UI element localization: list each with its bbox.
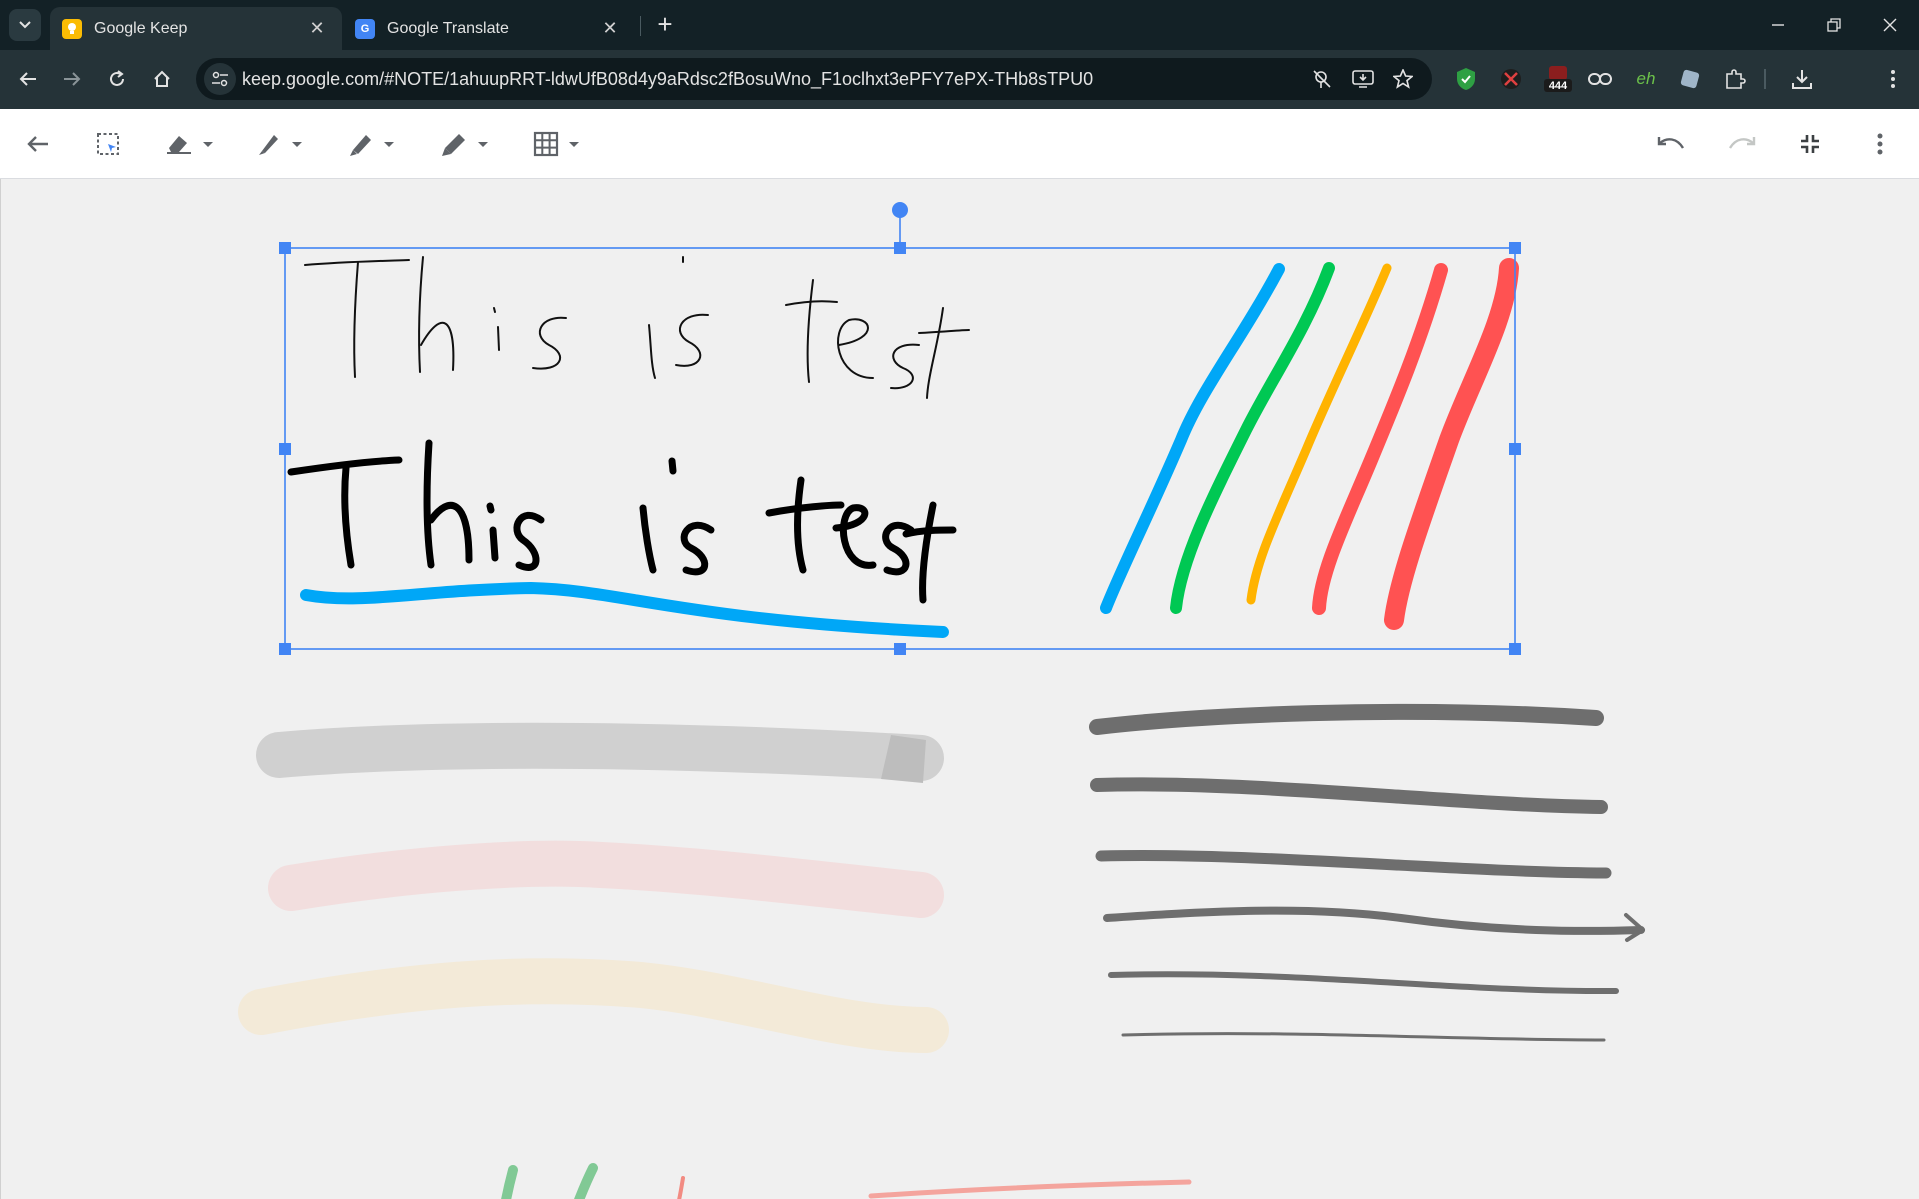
red-partial-stroke xyxy=(677,1176,685,1199)
exit-fullscreen-icon[interactable] xyxy=(1800,127,1820,161)
downloads-icon[interactable] xyxy=(1787,64,1817,94)
yellow-stroke xyxy=(1246,263,1392,605)
chevron-down-icon xyxy=(19,21,31,29)
resize-handle[interactable] xyxy=(1509,443,1521,455)
bold-handwriting xyxy=(287,439,957,604)
chevron-down-icon[interactable] xyxy=(384,141,394,147)
site-settings-icon[interactable] xyxy=(204,63,236,95)
extensions-puzzle-icon[interactable] xyxy=(1720,64,1750,94)
blue-underline-stroke xyxy=(300,582,949,638)
reload-icon[interactable] xyxy=(101,63,133,95)
blocker-extension-icon[interactable] xyxy=(1496,64,1526,94)
red-thick-stroke xyxy=(1384,258,1519,630)
resize-handle[interactable] xyxy=(279,643,291,655)
new-tab-button[interactable]: + xyxy=(652,11,678,38)
drawing-toolbar xyxy=(0,109,1919,179)
marker-icon xyxy=(350,135,371,156)
tab-strip: Google Keep ✕ G Google Translate ✕ + xyxy=(0,0,1919,50)
resize-handle[interactable] xyxy=(1509,643,1521,655)
chevron-down-icon[interactable] xyxy=(478,141,488,147)
gray-stroke-5 xyxy=(1108,971,1619,995)
tab-google-keep[interactable]: Google Keep ✕ xyxy=(50,7,342,50)
keep-favicon-icon xyxy=(62,18,82,39)
browser-menu-icon[interactable] xyxy=(1878,64,1908,94)
salmon-partial-stroke xyxy=(868,1179,1192,1199)
rotate-handle[interactable] xyxy=(892,202,908,218)
gray-stroke-3 xyxy=(1095,849,1612,879)
green-partial-stroke-2 xyxy=(574,1163,598,1199)
tracking-protection-icon[interactable] xyxy=(1309,66,1335,92)
undo-icon[interactable] xyxy=(1657,127,1685,161)
thin-handwriting xyxy=(304,256,970,399)
cream-highlight-stroke xyxy=(238,958,949,1053)
more-options-icon[interactable] xyxy=(1877,127,1883,161)
restore-icon[interactable] xyxy=(1814,10,1854,40)
forward-icon[interactable] xyxy=(56,63,88,95)
eh-extension-icon[interactable]: eh xyxy=(1631,64,1661,94)
link-extension-icon[interactable] xyxy=(1585,64,1615,94)
gray-highlight-stroke xyxy=(256,722,944,781)
eraser-icon xyxy=(167,136,191,154)
browser-toolbar: keep.google.com/#NOTE/1ahuupRRT-ldwUfB08… xyxy=(0,50,1919,109)
grid-tool[interactable] xyxy=(533,127,579,161)
minimize-icon[interactable] xyxy=(1758,10,1798,40)
close-window-icon[interactable] xyxy=(1870,10,1910,40)
chevron-down-icon[interactable] xyxy=(203,141,213,147)
chevron-down-icon[interactable] xyxy=(569,141,579,147)
select-tool-icon[interactable] xyxy=(96,127,120,161)
pen-tool[interactable] xyxy=(256,127,302,161)
close-tab-icon[interactable]: ✕ xyxy=(306,17,328,39)
tab-separator xyxy=(640,16,641,36)
marker-tool[interactable] xyxy=(348,127,394,161)
drawing-surface[interactable] xyxy=(1,179,1919,1199)
highlighter-tool[interactable] xyxy=(440,127,488,161)
gray-stroke-2 xyxy=(1090,777,1608,814)
gray-stroke-6 xyxy=(1121,1032,1606,1042)
back-icon[interactable] xyxy=(12,63,44,95)
gray-stroke-4 xyxy=(1103,906,1645,935)
resize-handle[interactable] xyxy=(1509,242,1521,254)
install-app-icon[interactable] xyxy=(1350,66,1376,92)
resize-handle[interactable] xyxy=(894,643,906,655)
tab-title: Google Keep xyxy=(94,19,188,37)
toolbar-divider xyxy=(1764,69,1766,89)
close-tab-icon[interactable]: ✕ xyxy=(599,17,621,39)
counter-extension-icon[interactable]: 444 xyxy=(1540,64,1576,94)
extension-badge: 444 xyxy=(1549,80,1568,92)
shield-extension-icon[interactable] xyxy=(1451,64,1481,94)
tab-search-button[interactable] xyxy=(9,9,41,41)
back-arrow-icon[interactable] xyxy=(26,127,50,161)
gray-stroke-1 xyxy=(1089,703,1604,735)
highlighter-icon xyxy=(442,134,465,156)
bookmark-star-icon[interactable] xyxy=(1390,66,1416,92)
redo-icon[interactable] xyxy=(1728,127,1756,161)
tab-google-translate[interactable]: G Google Translate ✕ xyxy=(343,7,635,50)
address-bar[interactable]: keep.google.com/#NOTE/1ahuupRRT-ldwUfB08… xyxy=(196,58,1432,100)
grid-icon xyxy=(533,131,559,157)
red-stroke xyxy=(1312,263,1448,615)
eraser-tool[interactable] xyxy=(165,127,213,161)
translate-extension-icon[interactable] xyxy=(1675,64,1705,94)
home-icon[interactable] xyxy=(146,63,178,95)
pink-highlight-stroke xyxy=(268,840,944,918)
resize-handle[interactable] xyxy=(894,242,906,254)
pen-icon xyxy=(259,135,278,155)
tab-title: Google Translate xyxy=(387,19,509,37)
green-partial-stroke-1 xyxy=(501,1165,518,1199)
translate-favicon-icon: G xyxy=(355,18,375,39)
url-text: keep.google.com/#NOTE/1ahuupRRT-ldwUfB08… xyxy=(242,69,1094,89)
resize-handle[interactable] xyxy=(279,242,291,254)
chevron-down-icon[interactable] xyxy=(292,141,302,147)
drawing-canvas[interactable] xyxy=(0,179,1919,1199)
resize-handle[interactable] xyxy=(279,443,291,455)
